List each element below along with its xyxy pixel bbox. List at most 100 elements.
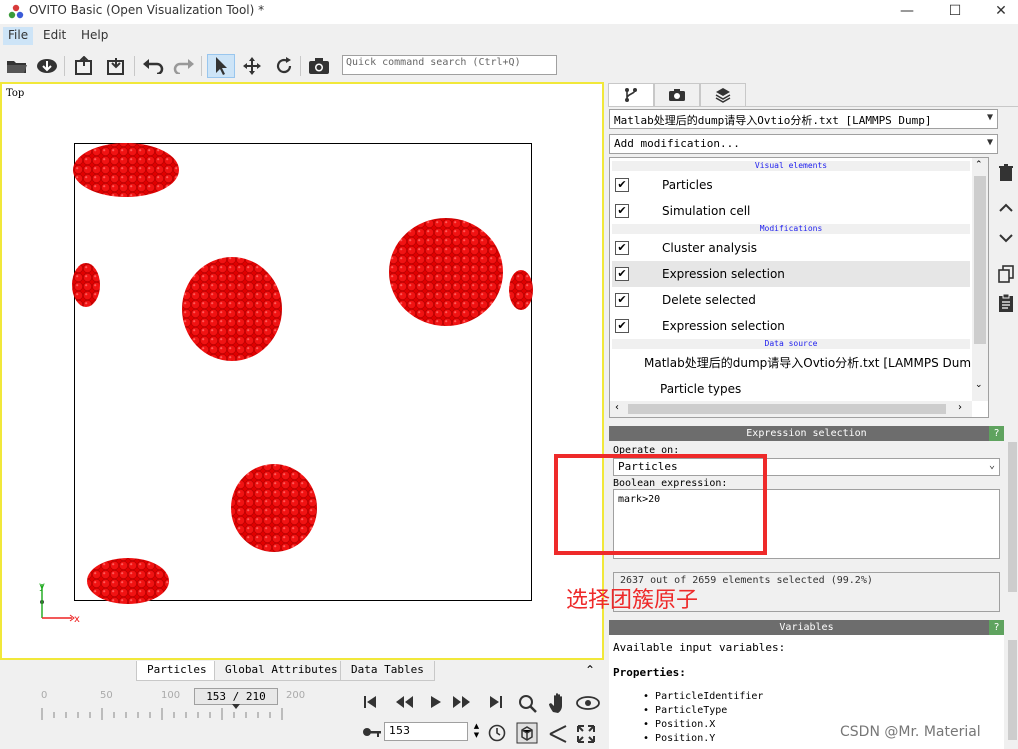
checkbox-checked[interactable]: ✔ [615, 178, 629, 192]
pipeline-item-expression-selection-selected[interactable]: ✔ Expression selection [612, 261, 970, 287]
tab-overlays[interactable] [700, 83, 746, 106]
tab-particles[interactable]: Particles [136, 661, 218, 681]
scrollbar-thumb[interactable] [974, 176, 986, 344]
move-up-chevron-icon[interactable] [999, 203, 1013, 213]
annotation-text: 选择团簇原子 [566, 588, 699, 613]
window-title: OVITO Basic (Open Visualization Tool) * [29, 3, 265, 17]
redo-icon[interactable] [172, 54, 196, 78]
zoom-icon[interactable] [518, 694, 538, 714]
pipeline-item-particle-types[interactable]: Particle types [612, 376, 970, 402]
pipeline-item-label: Expression selection [662, 319, 785, 333]
viewport-top[interactable]: Top y x [0, 82, 604, 660]
menu-edit[interactable]: Edit [38, 27, 71, 45]
select-mode-icon[interactable] [207, 54, 235, 78]
pipeline-item-label: Simulation cell [662, 204, 751, 218]
maximize-viewport-icon[interactable] [576, 724, 596, 744]
pipeline-item-particles[interactable]: ✔ Particles [612, 172, 970, 198]
pipeline-icon [625, 88, 637, 102]
collapse-chevron-icon[interactable]: ⌃ [585, 663, 595, 677]
variable-item: • ParticleIdentifier [643, 691, 764, 702]
scroll-up-icon[interactable]: ⌃ [975, 160, 983, 170]
scrollbar-thumb[interactable] [1008, 442, 1017, 592]
menu-file[interactable]: File [3, 27, 34, 45]
minimize-button[interactable]: — [884, 0, 930, 24]
particle-cluster [389, 218, 503, 326]
pipeline-editor-list[interactable]: Visual elements ✔ Particles ✔ Simulation… [609, 157, 989, 418]
pipeline-item-simulation-cell[interactable]: ✔ Simulation cell [612, 198, 970, 224]
pan-hand-icon[interactable] [548, 692, 568, 714]
step-forward-icon[interactable] [452, 694, 472, 710]
tab-pipeline[interactable] [608, 83, 654, 106]
move-icon[interactable] [240, 54, 264, 78]
pipeline-item-label: Particle types [660, 382, 742, 396]
open-file-icon[interactable] [5, 54, 29, 78]
maximize-button[interactable]: ☐ [932, 0, 978, 24]
checkbox-checked[interactable]: ✔ [615, 241, 629, 255]
step-back-icon[interactable] [394, 694, 414, 710]
panel-title: Expression selection ? [609, 426, 1004, 441]
undo-icon[interactable] [141, 54, 165, 78]
timeline-tick: 50 [100, 690, 113, 701]
time-slider-handle[interactable]: 153 / 210 [194, 688, 278, 705]
scrollbar-thumb[interactable] [1008, 640, 1017, 740]
view-cube-icon[interactable] [516, 722, 538, 744]
pipeline-item-data-source[interactable]: Matlab处理后的dump请导入Ovtio分析.txt [LAMMPS Dum… [612, 350, 979, 376]
frame-spinner-input[interactable]: 153 [384, 722, 468, 741]
section-header-visual-elements: Visual elements [612, 161, 970, 171]
scroll-down-icon[interactable]: ⌄ [975, 380, 983, 390]
tab-global-attributes[interactable]: Global Attributes [214, 661, 349, 681]
available-variables-label: Available input variables: [613, 641, 786, 654]
timeline-ruler[interactable] [40, 704, 310, 722]
pipeline-item-expression-selection[interactable]: ✔ Expression selection [612, 313, 970, 339]
spinner-arrows-icon[interactable]: ▲ ▼ [470, 722, 483, 741]
add-modification-select[interactable]: Add modification... ▼ [609, 134, 998, 154]
properties-scrollbar[interactable] [1006, 426, 1018, 612]
help-icon[interactable]: ? [989, 426, 1004, 441]
jump-start-icon[interactable] [362, 694, 378, 710]
pipeline-item-cluster-analysis[interactable]: ✔ Cluster analysis [612, 235, 970, 261]
scroll-left-icon[interactable]: ‹ [615, 402, 619, 413]
toolbar-divider [201, 56, 202, 76]
clipboard-icon[interactable] [998, 293, 1014, 313]
pipeline-item-label: Particles [662, 178, 713, 192]
panel-title: Variables ? [609, 620, 1004, 635]
ovito-logo-icon [8, 4, 24, 19]
watermark-text: CSDN @Mr. Material [840, 724, 981, 740]
section-header-data-source: Data source [612, 339, 970, 349]
clock-icon[interactable] [488, 724, 506, 742]
scrollbar-thumb[interactable] [628, 404, 946, 414]
tab-render[interactable] [654, 83, 700, 106]
camera-icon[interactable] [307, 54, 331, 78]
move-down-chevron-icon[interactable] [999, 233, 1013, 243]
help-icon[interactable]: ? [989, 620, 1004, 635]
vertical-scrollbar[interactable]: ⌃ ⌄ [972, 158, 988, 401]
horizontal-scrollbar[interactable]: ‹ › [610, 401, 972, 417]
menu-help[interactable]: Help [76, 27, 113, 45]
chevron-down-icon: ▼ [986, 112, 993, 123]
import-icon[interactable] [104, 54, 128, 78]
tab-data-tables[interactable]: Data Tables [340, 661, 435, 681]
variables-scrollbar[interactable] [1006, 620, 1018, 749]
timeline-tick: 100 [161, 690, 181, 701]
fov-icon[interactable] [548, 724, 568, 744]
checkbox-checked[interactable]: ✔ [615, 293, 629, 307]
download-icon[interactable] [35, 54, 59, 78]
close-button[interactable]: ✕ [978, 0, 1018, 24]
pipeline-item-label: Cluster analysis [662, 241, 757, 255]
export-icon[interactable] [72, 54, 96, 78]
play-icon[interactable] [428, 694, 444, 710]
checkbox-checked[interactable]: ✔ [615, 319, 629, 333]
particle-cluster [87, 558, 169, 604]
orbit-eye-icon[interactable] [576, 696, 600, 710]
rotate-icon[interactable] [272, 54, 296, 78]
jump-end-icon[interactable] [488, 694, 504, 710]
pipeline-source-select[interactable]: Matlab处理后的dump请导入Ovtio分析.txt [LAMMPS Dum… [609, 109, 998, 129]
copy-icon[interactable] [998, 265, 1014, 283]
delete-trash-icon[interactable] [998, 164, 1014, 182]
quick-command-search-input[interactable]: Quick command search (Ctrl+Q) [342, 55, 557, 75]
scroll-right-icon[interactable]: › [958, 402, 962, 413]
checkbox-checked[interactable]: ✔ [615, 204, 629, 218]
pipeline-item-delete-selected[interactable]: ✔ Delete selected [612, 287, 970, 313]
checkbox-checked[interactable]: ✔ [615, 267, 629, 281]
variable-item: • Position.X [643, 719, 716, 730]
